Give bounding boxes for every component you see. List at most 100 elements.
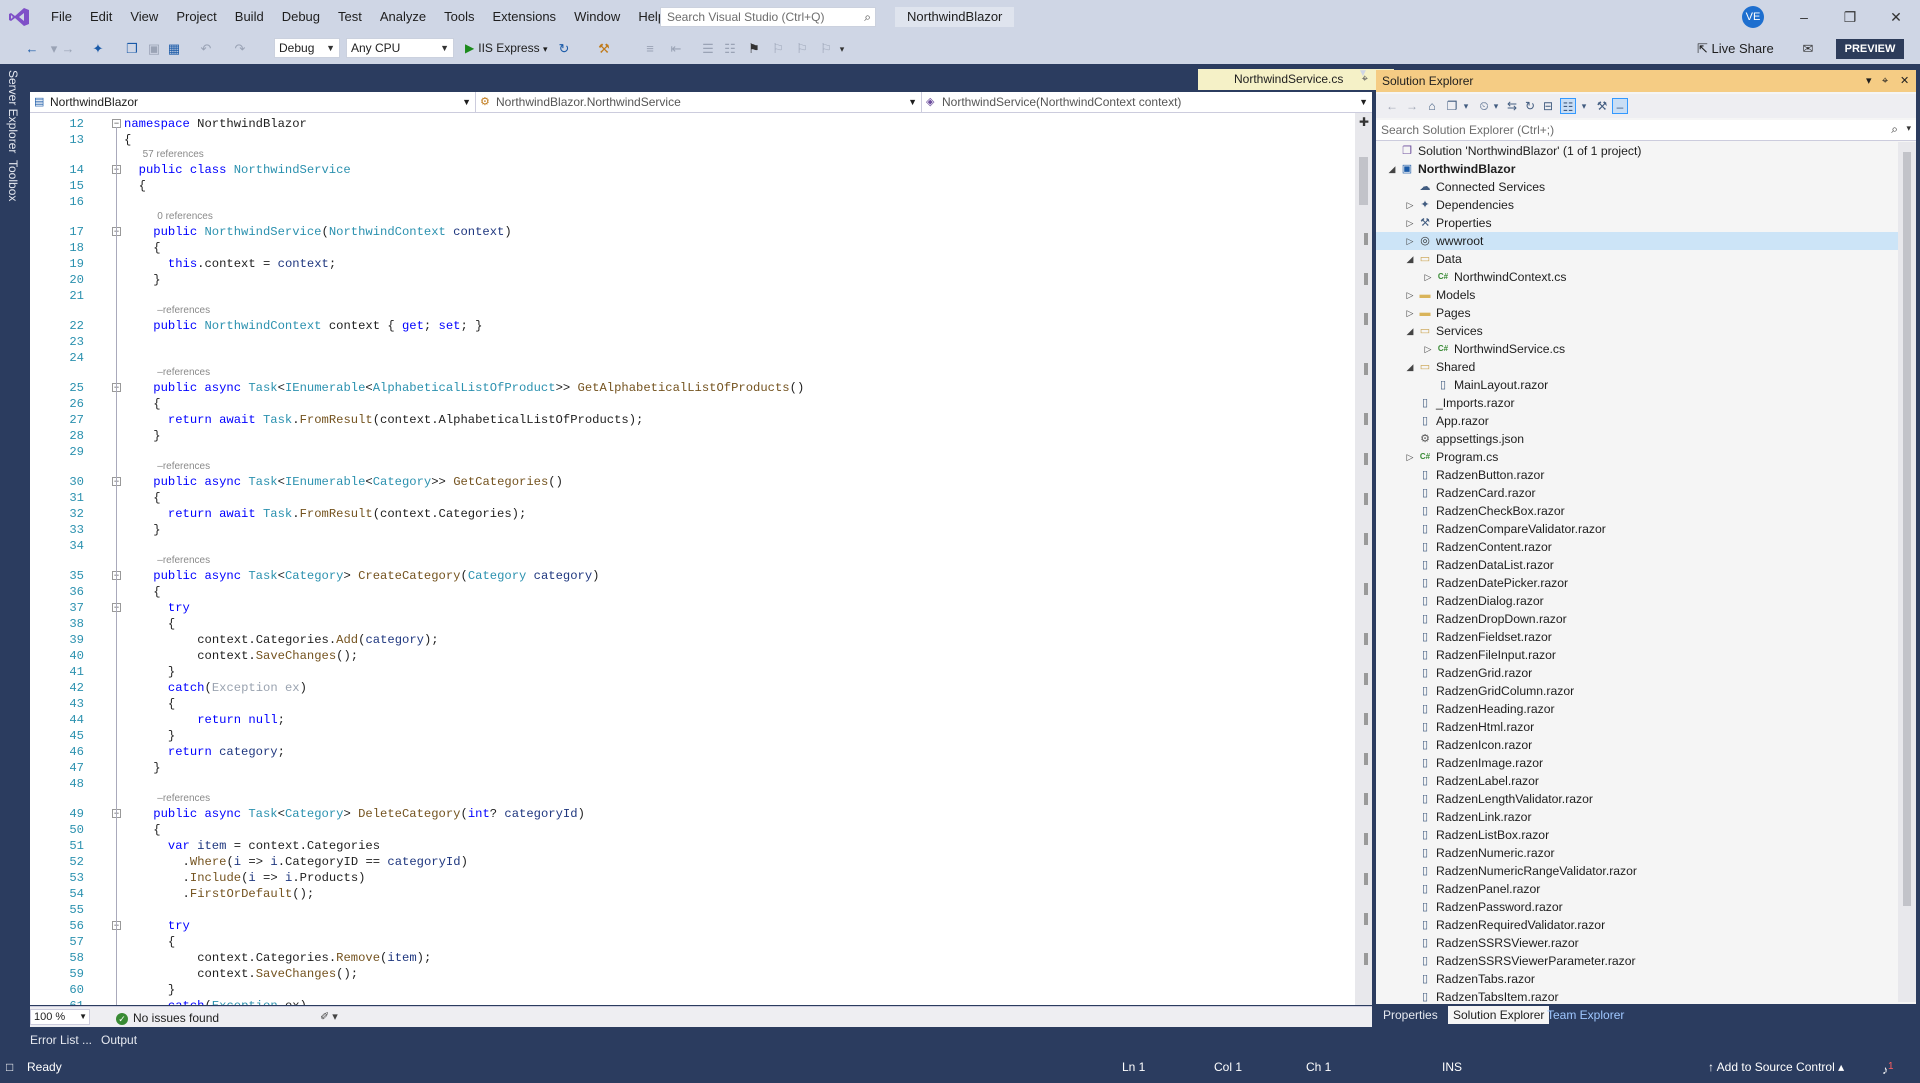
menu-build[interactable]: Build: [226, 0, 273, 34]
menu-analyze[interactable]: Analyze: [371, 0, 435, 34]
menu-project[interactable]: Project: [167, 0, 225, 34]
collapse-all-icon[interactable]: ⊟: [1540, 98, 1556, 114]
live-share-button[interactable]: ⇱ Live Share: [1697, 39, 1774, 59]
code-line[interactable]: 40 context.SaveChanges();: [30, 648, 1355, 664]
tree-item[interactable]: ▯ RadzenGrid.razor: [1376, 664, 1898, 682]
menu-test[interactable]: Test: [329, 0, 371, 34]
tree-item[interactable]: ▯ RadzenDataList.razor: [1376, 556, 1898, 574]
tree-item[interactable]: ▯ RadzenButton.razor: [1376, 466, 1898, 484]
code-line[interactable]: 14− public class NorthwindService: [30, 162, 1355, 178]
tree-item[interactable]: ▯ RadzenImage.razor: [1376, 754, 1898, 772]
tree-item[interactable]: ▷ ▬ Models: [1376, 286, 1898, 304]
code-line[interactable]: 46 return category;: [30, 744, 1355, 760]
platform-combo[interactable]: Any CPU ▼: [346, 38, 454, 58]
pin-icon[interactable]: ⌖: [1882, 70, 1888, 92]
next-bookmark-icon[interactable]: ⚐: [794, 40, 810, 58]
menu-tools[interactable]: Tools: [435, 0, 483, 34]
code-line[interactable]: 38 {: [30, 616, 1355, 632]
tree-item[interactable]: ▯ RadzenFileInput.razor: [1376, 646, 1898, 664]
menu-view[interactable]: View: [121, 0, 167, 34]
expanded-chevron-icon[interactable]: ◢: [1404, 358, 1416, 376]
code-line[interactable]: 34: [30, 538, 1355, 554]
avatar[interactable]: VE: [1742, 6, 1764, 28]
tree-item[interactable]: ▷ ▬ Pages: [1376, 304, 1898, 322]
search-input[interactable]: Search Visual Studio (Ctrl+Q) ⌕: [660, 7, 876, 27]
menu-window[interactable]: Window: [565, 0, 629, 34]
code-line[interactable]: 15 {: [30, 178, 1355, 194]
collapsed-chevron-icon[interactable]: ▷: [1404, 214, 1416, 232]
tree-item[interactable]: ◢ ▣ NorthwindBlazor: [1376, 160, 1898, 178]
chevron-down-icon[interactable]: ▾: [1488, 98, 1504, 114]
restore-button[interactable]: ❐: [1827, 0, 1873, 34]
chevron-down-icon[interactable]: ▾: [1458, 98, 1474, 114]
back-icon[interactable]: ←: [24, 40, 40, 58]
forward-icon[interactable]: →: [60, 40, 76, 58]
properties-wrench-icon[interactable]: ⚒: [1594, 98, 1610, 114]
tree-item[interactable]: ❐ Solution 'NorthwindBlazor' (1 of 1 proj…: [1376, 142, 1898, 160]
tree-item[interactable]: ▷ ⚒ Properties: [1376, 214, 1898, 232]
collapsed-chevron-icon[interactable]: ▷: [1404, 304, 1416, 322]
tree-item[interactable]: ◢ ▭ Services: [1376, 322, 1898, 340]
tree-item[interactable]: ▯ RadzenIcon.razor: [1376, 736, 1898, 754]
tree-item[interactable]: ▯ RadzenPanel.razor: [1376, 880, 1898, 898]
save-all-icon[interactable]: ▦: [166, 40, 182, 58]
prev-bookmark-icon[interactable]: ⚐: [770, 40, 786, 58]
tree-item[interactable]: ◢ ▭ Shared: [1376, 358, 1898, 376]
save-icon[interactable]: ▣: [146, 40, 162, 58]
tree-item[interactable]: ⚙ appsettings.json: [1376, 430, 1898, 448]
tree-item[interactable]: ◢ ▭ Data: [1376, 250, 1898, 268]
code-line[interactable]: 54 .FirstOrDefault();: [30, 886, 1355, 902]
minimize-button[interactable]: –: [1781, 0, 1827, 34]
code-line[interactable]: 51 var item = context.Categories: [30, 838, 1355, 854]
refresh-icon[interactable]: ↻: [556, 40, 572, 58]
tab-output[interactable]: Output: [101, 1031, 137, 1049]
code-line[interactable]: 29: [30, 444, 1355, 460]
chevron-down-icon[interactable]: ▾: [1576, 98, 1592, 114]
tab-error-list[interactable]: Error List ...: [30, 1031, 92, 1049]
code-line[interactable]: 33}: [30, 522, 1355, 538]
open-folder-icon[interactable]: ❐: [124, 40, 140, 58]
code-line[interactable]: 57 {: [30, 934, 1355, 950]
code-line[interactable]: 42 catch(Exception ex): [30, 680, 1355, 696]
preview-button[interactable]: PREVIEW: [1836, 39, 1904, 59]
collapsed-chevron-icon[interactable]: ▷: [1404, 232, 1416, 250]
codelens-references[interactable]: –references: [157, 793, 210, 805]
code-line[interactable]: 44 return null;: [30, 712, 1355, 728]
tree-item[interactable]: ▷ C# NorthwindService.cs: [1376, 340, 1898, 358]
show-all-files-icon[interactable]: ☷: [1560, 98, 1576, 114]
close-window-button[interactable]: ✕: [1873, 0, 1919, 34]
code-line[interactable]: 59 context.SaveChanges();: [30, 966, 1355, 982]
code-line[interactable]: 17− public NorthwindService(NorthwindCont…: [30, 224, 1355, 240]
tree-item[interactable]: ▯ RadzenTabs.razor: [1376, 970, 1898, 988]
expanded-chevron-icon[interactable]: ◢: [1404, 250, 1416, 268]
status-line[interactable]: Ln 1: [1122, 1054, 1145, 1080]
tree-item[interactable]: ▯ RadzenDialog.razor: [1376, 592, 1898, 610]
toolbox-tab[interactable]: Toolbox: [6, 160, 20, 201]
code-line[interactable]: 61 catch(Exception ex): [30, 998, 1355, 1005]
tree-item[interactable]: ▯ RadzenTabsItem.razor: [1376, 988, 1898, 1002]
tree-item[interactable]: ▯ RadzenCheckBox.razor: [1376, 502, 1898, 520]
code-line[interactable]: 56− try: [30, 918, 1355, 934]
configuration-combo[interactable]: Debug ▼: [274, 38, 340, 58]
status-insert-mode[interactable]: INS: [1442, 1054, 1462, 1080]
menu-extensions[interactable]: Extensions: [483, 0, 565, 34]
tree-item[interactable]: ▯ RadzenListBox.razor: [1376, 826, 1898, 844]
code-line[interactable]: 41}: [30, 664, 1355, 680]
tree-item[interactable]: ▯ RadzenDropDown.razor: [1376, 610, 1898, 628]
code-line[interactable]: 32 return await Task.FromResult(context.C…: [30, 506, 1355, 522]
code-line[interactable]: 37− try: [30, 600, 1355, 616]
forward-icon[interactable]: →: [1404, 98, 1420, 114]
status-column[interactable]: Col 1: [1214, 1054, 1242, 1080]
collapsed-chevron-icon[interactable]: ▷: [1404, 448, 1416, 466]
source-control-button[interactable]: ↑ Add to Source Control ▴: [1708, 1054, 1844, 1080]
expanded-chevron-icon[interactable]: ◢: [1386, 160, 1398, 178]
panel-options-icon[interactable]: ▾: [1866, 70, 1872, 92]
project-nav-combo[interactable]: ▤ NorthwindBlazor ▼: [30, 92, 476, 112]
code-line[interactable]: 22 public NorthwindContext context { get;…: [30, 318, 1355, 334]
sync-with-active-document-icon[interactable]: ⇆: [1504, 98, 1520, 114]
code-line[interactable]: 50 {: [30, 822, 1355, 838]
tree-item[interactable]: ▯ _Imports.razor: [1376, 394, 1898, 412]
code-line[interactable]: 18 {: [30, 240, 1355, 256]
feedback-icon[interactable]: ✉: [1800, 40, 1816, 58]
server-explorer-tab[interactable]: Server Explorer: [6, 70, 20, 153]
